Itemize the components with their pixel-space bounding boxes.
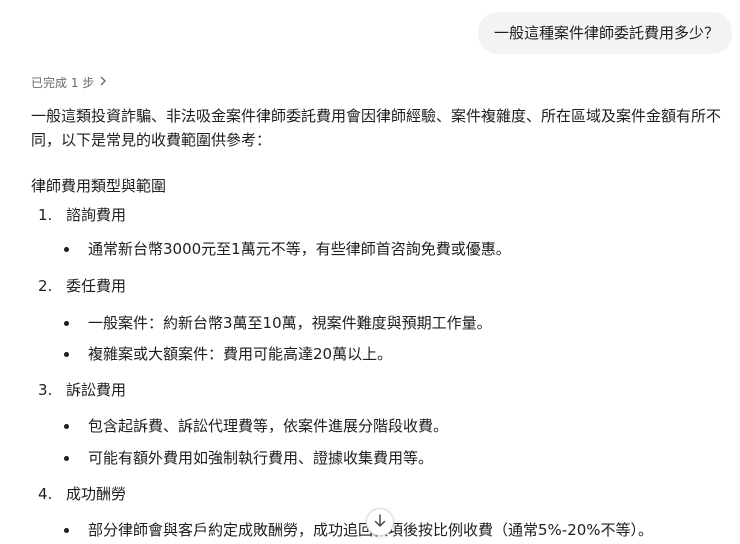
bullet-text: 通常新台幣3000元至1萬元不等，有些律師首咨詢免費或優惠。 [88, 240, 511, 258]
list-item-3: 3. 訴訟費用 [38, 378, 126, 402]
bullet-dot [64, 320, 69, 326]
scroll-to-bottom-button[interactable] [366, 508, 394, 536]
list-item-4: 4. 成功酬勞 [38, 482, 126, 506]
bullet-text: 一般案件：約新台幣3萬至10萬，視案件難度與預期工作量。 [88, 314, 492, 332]
list-item-title: 訴訟費用 [66, 381, 127, 399]
list-item-title: 諮詢費用 [66, 206, 127, 224]
list-item-1: 1. 諮詢費用 [38, 203, 126, 227]
list-item-number: 4. [38, 485, 53, 503]
answer-intro: 一般這類投資詐騙、非法吸金案件律師委託費用會因律師經驗、案件複雜度、所在區域及案… [31, 107, 722, 149]
list-item-number: 2. [38, 277, 53, 295]
section-title: 律師費用類型與範圍 [31, 177, 167, 195]
bullet-item: 一般案件：約新台幣3萬至10萬，視案件難度與預期工作量。 [64, 311, 492, 335]
bullet-dot [64, 527, 69, 533]
user-message-text: 一般這種案件律師委託費用多少？ [494, 24, 720, 42]
bullet-dot [64, 455, 69, 461]
bullet-item: 可能有額外費用如強制執行費用、證據收集費用等。 [64, 446, 433, 470]
bullet-dot [64, 423, 69, 429]
list-item-number: 1. [38, 206, 53, 224]
list-item-number: 3. [38, 381, 53, 399]
bullet-text: 可能有額外費用如強制執行費用、證據收集費用等。 [88, 449, 434, 467]
bullet-item: 複雜案或大額案件：費用可能高達20萬以上。 [64, 342, 392, 366]
steps-toggle[interactable]: 已完成 1 步 [31, 74, 107, 91]
list-item-title: 委任費用 [66, 277, 127, 295]
assistant-answer: 一般這類投資詐騙、非法吸金案件律師委託費用會因律師經驗、案件複雜度、所在區域及案… [31, 104, 736, 152]
bullet-item: 包含起訴費、訴訟代理費等，依案件進展分階段收費。 [64, 414, 448, 438]
steps-label: 已完成 1 步 [31, 76, 95, 90]
arrow-down-icon [374, 513, 386, 532]
chevron-right-icon [99, 76, 107, 89]
bullet-dot [64, 351, 69, 357]
bullet-dot [64, 246, 69, 252]
bullet-text: 包含起訴費、訴訟代理費等，依案件進展分階段收費。 [88, 417, 449, 435]
list-item-title: 成功酬勞 [66, 485, 127, 503]
bullet-item: 部分律師會與客戶約定成敗酬勞，成功追回款項後按比例收費（通常5%-20%不等）。 [64, 518, 653, 542]
user-message-bubble: 一般這種案件律師委託費用多少？ [478, 12, 732, 54]
list-item-2: 2. 委任費用 [38, 274, 126, 298]
bullet-item: 通常新台幣3000元至1萬元不等，有些律師首咨詢免費或優惠。 [64, 237, 511, 261]
bullet-text: 複雜案或大額案件：費用可能高達20萬以上。 [88, 345, 393, 363]
